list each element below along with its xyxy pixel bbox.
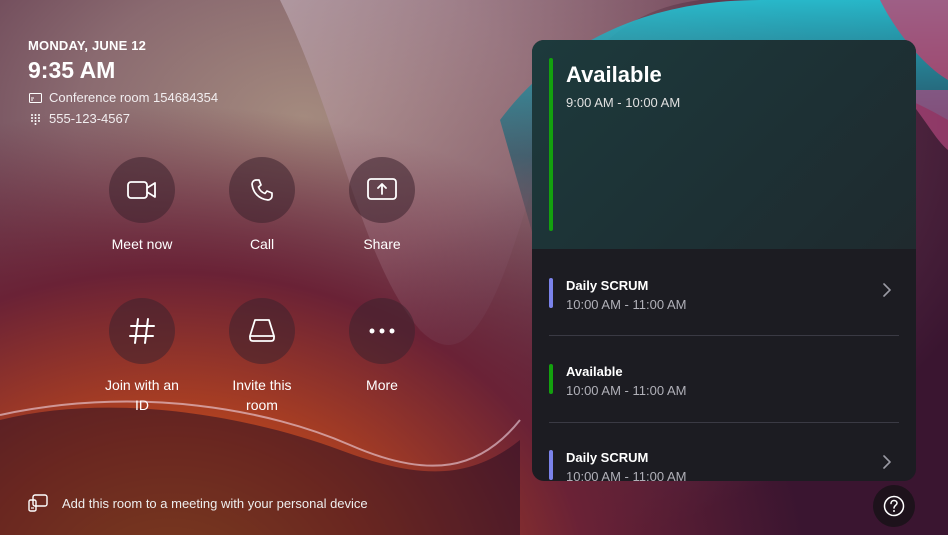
more-icon	[369, 328, 395, 334]
room-display-icon	[28, 91, 42, 105]
meeting-time: 10:00 AM - 11:00 AM	[566, 297, 687, 312]
meeting-title: Available	[566, 364, 623, 379]
phone-number: 555-123-4567	[49, 111, 130, 126]
current-status-title: Available	[566, 62, 662, 87]
room-name-row: Conference room 154684354	[28, 90, 218, 105]
meet-now-label: Meet now	[111, 236, 173, 252]
meeting-color-bar	[549, 364, 553, 394]
chevron-right-icon	[883, 455, 891, 469]
more-circle[interactable]	[349, 298, 415, 364]
call-button[interactable]: Call	[207, 157, 317, 254]
invite-room-label: Invite this room	[232, 377, 292, 413]
meeting-title: Daily SCRUM	[566, 450, 649, 465]
schedule-list: Daily SCRUM 10:00 AM - 11:00 AM Availabl…	[532, 249, 916, 481]
room-device-icon	[249, 319, 275, 342]
join-with-id-button[interactable]: Join with an ID	[87, 298, 197, 415]
invite-room-button[interactable]: Invite this room	[207, 298, 317, 415]
room-header: MONDAY, JUNE 12 9:35 AM Conference room …	[28, 38, 218, 126]
share-circle[interactable]	[349, 157, 415, 223]
personal-device-link[interactable]: Add this room to a meeting with your per…	[28, 494, 368, 512]
invite-room-circle[interactable]	[229, 298, 295, 364]
list-item[interactable]: Daily SCRUM 10:00 AM - 11:00 AM	[532, 421, 916, 481]
list-item[interactable]: Available 10:00 AM - 11:00 AM	[532, 335, 916, 421]
help-button[interactable]	[873, 485, 915, 527]
meeting-color-bar	[549, 450, 553, 480]
join-with-id-label: Join with an ID	[105, 377, 179, 413]
hashtag-icon	[129, 318, 155, 344]
time-label: 9:35 AM	[28, 57, 116, 83]
chevron-right-icon	[883, 283, 891, 297]
meeting-color-bar	[549, 278, 553, 308]
meet-now-button[interactable]: Meet now	[87, 157, 197, 254]
current-status-bar	[549, 58, 553, 231]
meet-now-circle[interactable]	[109, 157, 175, 223]
list-item[interactable]: Daily SCRUM 10:00 AM - 11:00 AM	[532, 249, 916, 335]
phone-row: 555-123-4567	[28, 111, 218, 126]
join-with-id-circle[interactable]	[109, 298, 175, 364]
video-camera-icon	[127, 181, 156, 199]
call-circle[interactable]	[229, 157, 295, 223]
date-label: MONDAY, JUNE 12	[28, 38, 147, 53]
help-icon	[883, 495, 905, 517]
personal-device-text: Add this room to a meeting with your per…	[62, 495, 368, 511]
current-status-time: 9:00 AM - 10:00 AM	[566, 95, 681, 110]
meeting-time: 10:00 AM - 11:00 AM	[566, 469, 687, 481]
call-label: Call	[249, 236, 275, 252]
share-screen-icon	[367, 178, 397, 200]
schedule-panel: Available 9:00 AM - 10:00 AM Daily SCRUM…	[532, 40, 916, 481]
dialpad-icon	[28, 112, 42, 126]
more-button[interactable]: More	[327, 298, 437, 395]
more-label: More	[366, 377, 398, 393]
cast-device-icon	[28, 494, 48, 512]
share-button[interactable]: Share	[327, 157, 437, 254]
current-status-card[interactable]: Available 9:00 AM - 10:00 AM	[532, 40, 916, 249]
room-name: Conference room 154684354	[49, 90, 219, 105]
phone-icon	[251, 179, 273, 201]
meeting-title: Daily SCRUM	[566, 278, 649, 293]
meeting-time: 10:00 AM - 11:00 AM	[566, 383, 687, 398]
share-label: Share	[363, 236, 401, 252]
